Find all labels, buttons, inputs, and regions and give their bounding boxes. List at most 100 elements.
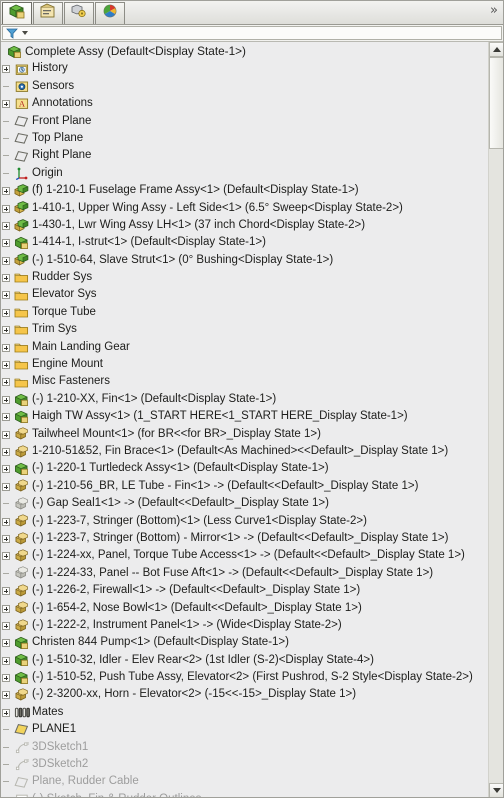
expand-toggle-icon[interactable] bbox=[0, 582, 13, 599]
expand-toggle-icon[interactable] bbox=[0, 391, 13, 408]
expand-toggle-icon[interactable] bbox=[0, 286, 13, 303]
tree-item[interactable]: (-) 2-3200-xx, Horn - Elevator<2> (-15<<… bbox=[0, 686, 489, 703]
expand-toggle-icon[interactable] bbox=[0, 460, 13, 477]
tree-item[interactable]: (-) 1-210-56_BR, LE Tube - Fin<1> -> (De… bbox=[0, 478, 489, 495]
tree-item[interactable]: Torque Tube bbox=[0, 304, 489, 321]
tree-item[interactable]: (-) Gap Seal1<1> -> (Default<<Default>_D… bbox=[0, 495, 489, 512]
tree-guide-line bbox=[0, 721, 13, 738]
tree-item[interactable]: A Annotations bbox=[0, 95, 489, 112]
expand-toggle-icon[interactable] bbox=[0, 617, 13, 634]
part-icon bbox=[13, 617, 30, 634]
tree-item[interactable]: (-) 1-224-xx, Panel, Torque Tube Access<… bbox=[0, 547, 489, 564]
expand-toggle-icon[interactable] bbox=[0, 600, 13, 617]
expand-toggle-icon[interactable] bbox=[0, 339, 13, 356]
tree-item[interactable]: 1-430-1, Lwr Wing Assy LH<1> (37 inch Ch… bbox=[0, 217, 489, 234]
property-manager-tab[interactable] bbox=[33, 2, 63, 24]
expand-toggle-icon[interactable] bbox=[0, 634, 13, 651]
tree-item[interactable]: 3D3DSketch1 bbox=[0, 739, 489, 756]
tree-item[interactable]: Misc Fasteners bbox=[0, 373, 489, 390]
tree-root-item[interactable]: Complete Assy (Default<Display State-1>) bbox=[0, 43, 489, 60]
tree-item[interactable]: (-) 1-510-52, Push Tube Assy, Elevator<2… bbox=[0, 669, 489, 686]
vertical-scrollbar[interactable] bbox=[488, 42, 504, 798]
tree-item-label: (-) 1-224-xx, Panel, Torque Tube Access<… bbox=[32, 549, 465, 562]
expand-toggle-icon[interactable] bbox=[0, 686, 13, 703]
expand-toggle-icon[interactable] bbox=[0, 60, 13, 77]
tree-item[interactable]: Sensors bbox=[0, 78, 489, 95]
filter-funnel-icon[interactable] bbox=[4, 27, 20, 39]
tree-item[interactable]: Plane, Rudder Cable bbox=[0, 773, 489, 790]
tree-item[interactable]: (-) 1-224-33, Panel -- Bot Fuse Aft<1> -… bbox=[0, 565, 489, 582]
filter-input-container[interactable] bbox=[2, 26, 502, 40]
expand-toggle-icon[interactable] bbox=[0, 217, 13, 234]
tree-item[interactable]: PLANE1 bbox=[0, 721, 489, 738]
display-manager-tab[interactable] bbox=[95, 2, 125, 24]
scrollbar-track[interactable] bbox=[489, 149, 504, 783]
expand-toggle-icon[interactable] bbox=[0, 426, 13, 443]
tree-item[interactable]: Top Plane bbox=[0, 130, 489, 147]
tree-item[interactable]: (f) 1-210-1 Fuselage Frame Assy<1> (Defa… bbox=[0, 182, 489, 199]
tree-item[interactable]: (-) 1-226-2, Firewall<1> -> (Default<<De… bbox=[0, 582, 489, 599]
expand-toggle-icon[interactable] bbox=[0, 513, 13, 530]
plane-icon bbox=[13, 130, 30, 147]
part-icon bbox=[13, 600, 30, 617]
tree-item[interactable]: 1-210-51&52, Fin Brace<1> (Default<As Ma… bbox=[0, 443, 489, 460]
tree-item[interactable]: (-) Sketch, Fin & Rudder Outlines bbox=[0, 791, 489, 798]
tree-item[interactable]: Mates bbox=[0, 704, 489, 721]
expand-toggle-icon[interactable] bbox=[0, 547, 13, 564]
expand-toggle-icon[interactable] bbox=[0, 95, 13, 112]
expand-toggle-icon[interactable] bbox=[0, 669, 13, 686]
tree-item-label: History bbox=[32, 62, 68, 75]
tree-item[interactable]: (-) 1-220-1 Turtledeck Assy<1> (Default<… bbox=[0, 460, 489, 477]
expand-toggle-icon[interactable] bbox=[0, 373, 13, 390]
tree-item[interactable]: Christen 844 Pump<1> (Default<Display St… bbox=[0, 634, 489, 651]
tree-guide-line bbox=[0, 165, 13, 182]
expand-toggle-icon[interactable] bbox=[0, 443, 13, 460]
expand-toggle-icon[interactable] bbox=[0, 234, 13, 251]
tree-item[interactable]: (-) 1-210-XX, Fin<1> (Default<Display St… bbox=[0, 391, 489, 408]
tree-item[interactable]: Right Plane bbox=[0, 147, 489, 164]
tree-item[interactable]: Main Landing Gear bbox=[0, 339, 489, 356]
expand-toggle-icon[interactable] bbox=[0, 321, 13, 338]
tree-item[interactable]: Rudder Sys bbox=[0, 269, 489, 286]
tree-item-label: (-) 1-510-52, Push Tube Assy, Elevator<2… bbox=[32, 671, 473, 684]
tree-item[interactable]: (-) 1-510-32, Idler - Elev Rear<2> (1st … bbox=[0, 652, 489, 669]
expand-toggle-icon[interactable] bbox=[0, 182, 13, 199]
expand-toggle-icon[interactable] bbox=[0, 269, 13, 286]
svg-text:3D: 3D bbox=[26, 741, 29, 746]
tree-item[interactable]: (-) 1-654-2, Nose Bowl<1> (Default<<Defa… bbox=[0, 600, 489, 617]
tree-item[interactable]: Origin bbox=[0, 165, 489, 182]
tree-item[interactable]: 3D3DSketch2 bbox=[0, 756, 489, 773]
tree-item[interactable]: (-) 1-223-7, Stringer (Bottom)<1> (Less … bbox=[0, 513, 489, 530]
tree-item[interactable]: Front Plane bbox=[0, 113, 489, 130]
configuration-manager-tab[interactable] bbox=[64, 2, 94, 24]
expand-toggle-icon[interactable] bbox=[0, 704, 13, 721]
expand-toggle-icon[interactable] bbox=[0, 408, 13, 425]
feature-tree[interactable]: Complete Assy (Default<Display State-1>)… bbox=[0, 42, 489, 798]
expand-toggle-icon[interactable] bbox=[0, 304, 13, 321]
tree-item[interactable]: Trim Sys bbox=[0, 321, 489, 338]
expand-toggle-icon[interactable] bbox=[0, 356, 13, 373]
expand-toggle-icon[interactable] bbox=[0, 478, 13, 495]
tree-guide-line bbox=[0, 78, 13, 95]
expand-toggle-icon[interactable] bbox=[0, 200, 13, 217]
feature-manager-tab[interactable] bbox=[2, 2, 32, 24]
tree-item[interactable]: History bbox=[0, 60, 489, 77]
tree-item[interactable]: Elevator Sys bbox=[0, 286, 489, 303]
expand-toggle-icon[interactable] bbox=[0, 530, 13, 547]
tree-item[interactable]: (-) 1-510-64, Slave Strut<1> (0° Bushing… bbox=[0, 252, 489, 269]
scroll-down-button[interactable] bbox=[489, 783, 504, 798]
scroll-up-button[interactable] bbox=[489, 42, 504, 57]
tree-item[interactable]: Haigh TW Assy<1> (1_START HERE<1_START H… bbox=[0, 408, 489, 425]
tab-overflow-button[interactable]: » bbox=[490, 3, 498, 19]
expand-toggle-icon[interactable] bbox=[0, 652, 13, 669]
tree-item[interactable]: 1-414-1, I-strut<1> (Default<Display Sta… bbox=[0, 234, 489, 251]
expand-toggle-icon[interactable] bbox=[0, 252, 13, 269]
tree-item[interactable]: Engine Mount bbox=[0, 356, 489, 373]
tree-item[interactable]: 1-410-1, Upper Wing Assy - Left Side<1> … bbox=[0, 200, 489, 217]
tree-item[interactable]: (-) 1-223-7, Stringer (Bottom) - Mirror<… bbox=[0, 530, 489, 547]
tree-item[interactable]: Tailwheel Mount<1> (for BR<<for BR>_Disp… bbox=[0, 426, 489, 443]
tree-item-label: PLANE1 bbox=[32, 723, 77, 736]
filter-input[interactable] bbox=[28, 26, 501, 40]
scrollbar-thumb[interactable] bbox=[489, 57, 504, 149]
tree-item[interactable]: (-) 1-222-2, Instrument Panel<1> -> (Wid… bbox=[0, 617, 489, 634]
